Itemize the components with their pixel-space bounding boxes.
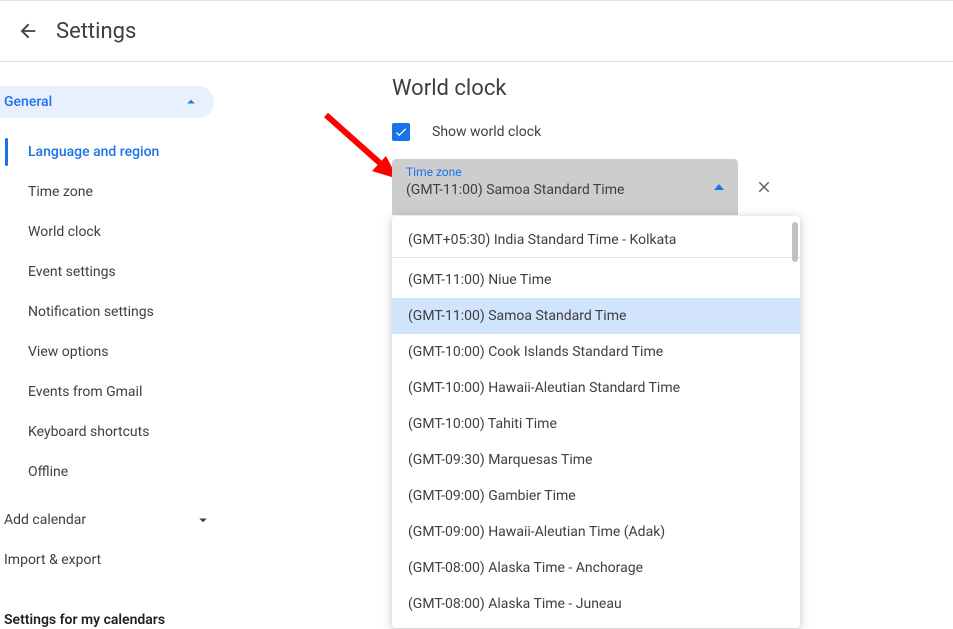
- option-label: (GMT-08:00) Alaska Time - Juneau: [408, 596, 622, 612]
- select-value: (GMT-11:00) Samoa Standard Time: [406, 182, 724, 198]
- caret-up-icon: [714, 184, 724, 190]
- timezone-select[interactable]: Time zone (GMT-11:00) Samoa Standard Tim…: [392, 159, 738, 215]
- clear-timezone-button[interactable]: [744, 167, 784, 207]
- show-world-clock-row: Show world clock: [392, 123, 953, 141]
- close-icon: [755, 178, 773, 196]
- main-content: World clock Show world clock Time zone (…: [248, 62, 953, 629]
- sidebar-item[interactable]: Offline: [0, 452, 248, 492]
- dropdown-option[interactable]: (GMT-10:00) Tahiti Time: [392, 406, 800, 442]
- sidebar-item-label: Import & export: [4, 552, 101, 568]
- chevron-down-icon: [194, 511, 212, 529]
- back-button[interactable]: [14, 17, 42, 45]
- sidebar-item[interactable]: Keyboard shortcuts: [0, 412, 248, 452]
- option-label: (GMT-09:00) Gambier Time: [408, 488, 576, 504]
- timezone-dropdown[interactable]: (GMT+05:30) India Standard Time - Kolkat…: [392, 216, 800, 628]
- sidebar-item-label: Add calendar: [4, 512, 86, 528]
- sidebar-item-label: Keyboard shortcuts: [28, 424, 149, 440]
- sidebar: General Language and region Time zone Worl…: [0, 62, 248, 629]
- sidebar-section-label: General: [4, 94, 52, 110]
- sidebar-item[interactable]: Language and region: [0, 132, 248, 172]
- dropdown-option[interactable]: (GMT-08:00) Alaska Time - Anchorage: [392, 550, 800, 586]
- sidebar-item-label: World clock: [28, 224, 101, 240]
- sidebar-item-label: View options: [28, 344, 109, 360]
- page-title: Settings: [56, 19, 136, 44]
- option-label: (GMT-10:00) Hawaii-Aleutian Standard Tim…: [408, 380, 680, 396]
- option-label: (GMT-11:00) Samoa Standard Time: [408, 308, 626, 324]
- dropdown-option[interactable]: (GMT-09:00) Hawaii-Aleutian Time (Adak): [392, 514, 800, 550]
- sidebar-item-label: Offline: [28, 464, 68, 480]
- option-label: (GMT-10:00) Cook Islands Standard Time: [408, 344, 663, 360]
- option-label: (GMT-10:00) Tahiti Time: [408, 416, 557, 432]
- sidebar-item-label: Events from Gmail: [28, 384, 142, 400]
- arrow-left-icon: [17, 20, 39, 42]
- sidebar-item[interactable]: World clock: [0, 212, 248, 252]
- dropdown-option[interactable]: (GMT-08:00) Alaska Time - Juneau: [392, 586, 800, 622]
- sidebar-item[interactable]: Notification settings: [0, 292, 248, 332]
- dropdown-option[interactable]: (GMT-09:30) Marquesas Time: [392, 442, 800, 478]
- header: Settings: [0, 0, 953, 62]
- option-label: (GMT-08:00) Alaska Time - Anchorage: [408, 560, 643, 576]
- option-label: (GMT-11:00) Niue Time: [408, 272, 551, 288]
- sidebar-item[interactable]: Time zone: [0, 172, 248, 212]
- sidebar-item-label: Notification settings: [28, 304, 154, 320]
- section-title: World clock: [392, 76, 953, 101]
- sidebar-item[interactable]: View options: [0, 332, 248, 372]
- sidebar-my-calendars-heading: Settings for my calendars: [0, 612, 248, 628]
- dropdown-option[interactable]: (GMT-10:00) Hawaii-Aleutian Standard Tim…: [392, 370, 800, 406]
- dropdown-option[interactable]: (GMT-09:00) Gambier Time: [392, 478, 800, 514]
- sidebar-item[interactable]: Event settings: [0, 252, 248, 292]
- dropdown-option[interactable]: (GMT-11:00) Niue Time: [392, 262, 800, 298]
- sidebar-section-general[interactable]: General: [0, 86, 214, 118]
- sidebar-item-label: Event settings: [28, 264, 116, 280]
- dropdown-option[interactable]: (GMT-11:00) Samoa Standard Time: [392, 298, 800, 334]
- select-floating-label: Time zone: [406, 165, 724, 179]
- dropdown-option[interactable]: (GMT-10:00) Cook Islands Standard Time: [392, 334, 800, 370]
- sidebar-item-label: Time zone: [28, 184, 93, 200]
- dropdown-current-option[interactable]: (GMT+05:30) India Standard Time - Kolkat…: [392, 222, 800, 258]
- sidebar-item-label: Language and region: [28, 144, 159, 160]
- option-label: (GMT-09:00) Hawaii-Aleutian Time (Adak): [408, 524, 665, 540]
- sidebar-nav: Language and region Time zone World clock E…: [0, 132, 248, 492]
- option-label: (GMT-09:30) Marquesas Time: [408, 452, 592, 468]
- checkbox-label: Show world clock: [432, 124, 541, 140]
- scrollbar-thumb[interactable]: [792, 222, 798, 262]
- chevron-up-icon: [182, 93, 200, 111]
- sidebar-add-calendar[interactable]: Add calendar: [0, 500, 248, 540]
- sidebar-import-export[interactable]: Import & export: [0, 540, 248, 580]
- show-world-clock-checkbox[interactable]: [392, 123, 410, 141]
- check-icon: [394, 125, 408, 139]
- sidebar-item[interactable]: Events from Gmail: [0, 372, 248, 412]
- option-label: (GMT+05:30) India Standard Time - Kolkat…: [408, 232, 676, 248]
